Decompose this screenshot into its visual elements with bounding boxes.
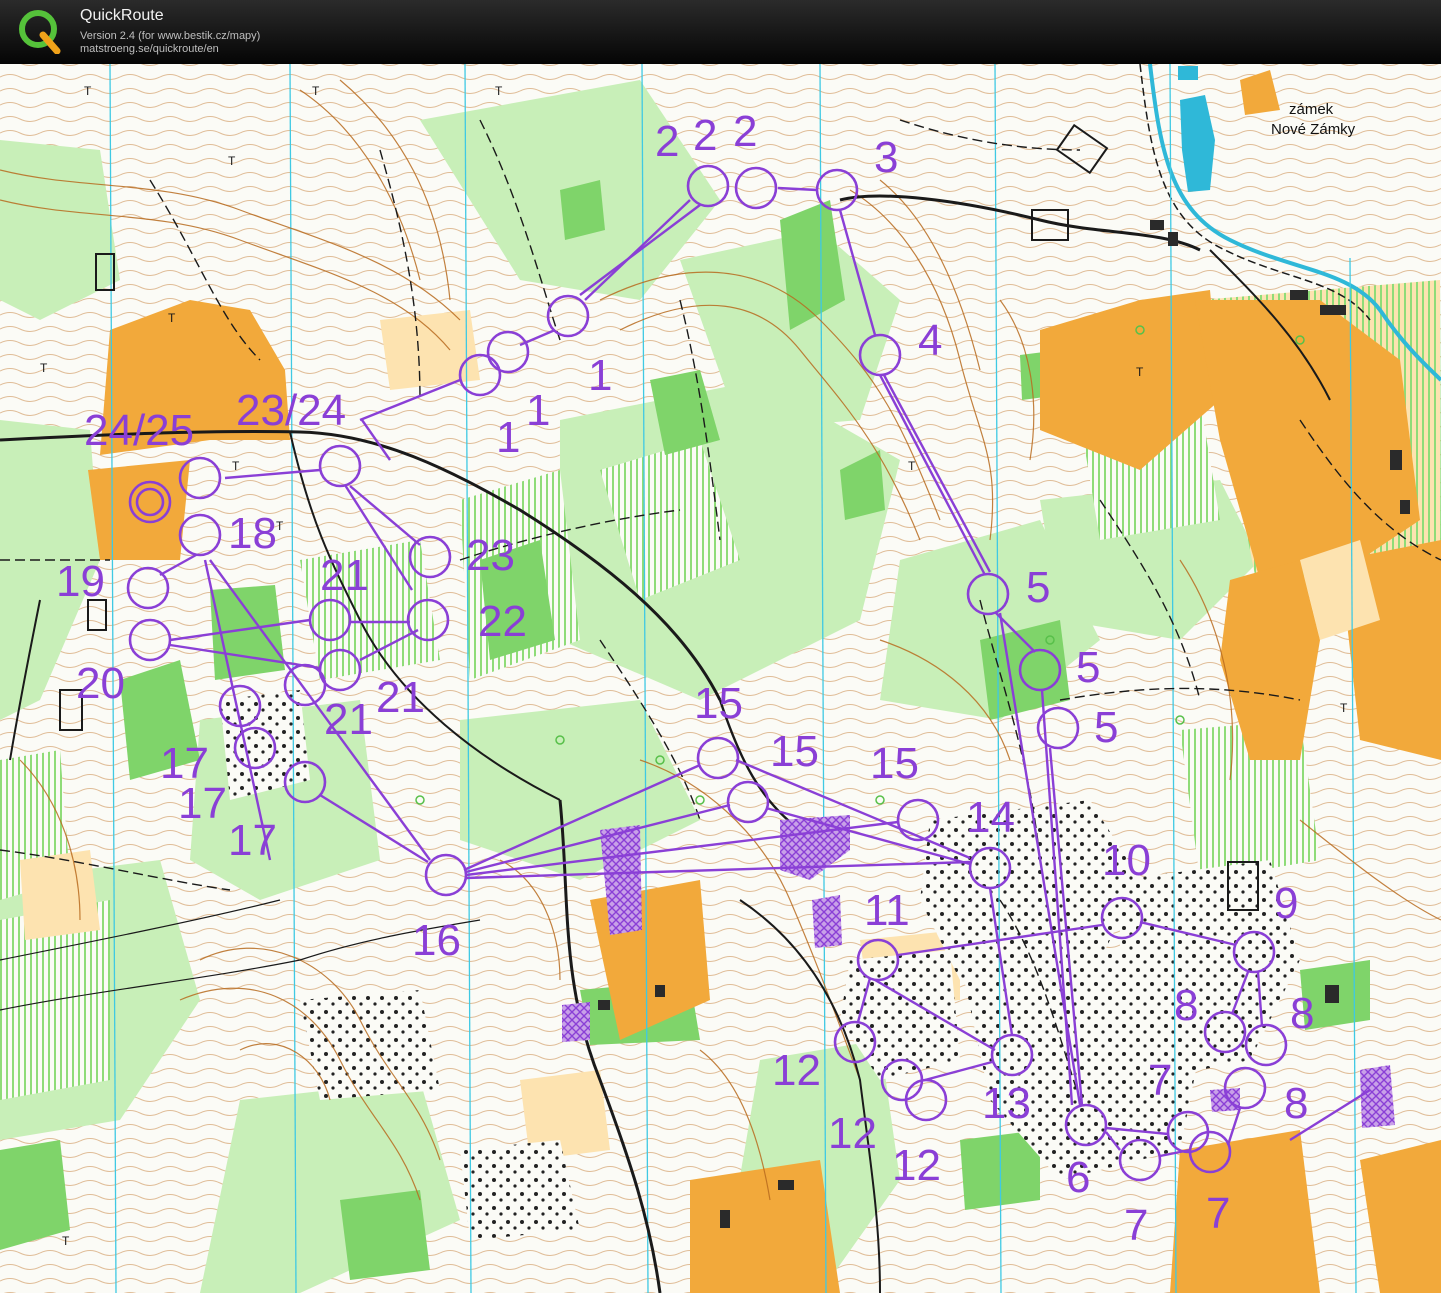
svg-text:T: T — [232, 459, 240, 473]
control-label: 12 — [772, 1046, 821, 1095]
control-label: 24/25 — [84, 406, 194, 455]
control-label: 11 — [864, 886, 910, 935]
control-label: 2 — [693, 111, 717, 160]
control-label: 2 — [733, 107, 757, 156]
app-version: Version 2.4 (for www.bestik.cz/mapy) — [80, 30, 261, 42]
control-label: 15 — [770, 727, 819, 776]
control-label: 13 — [982, 1079, 1031, 1128]
control-label: 12 — [892, 1141, 941, 1190]
control-label: 15 — [870, 739, 919, 788]
place-name-line-1: zámek — [1289, 101, 1334, 118]
svg-text:T: T — [228, 154, 236, 168]
control-label: 10 — [1102, 836, 1151, 885]
control-label: 20 — [76, 659, 125, 708]
control-label: 7 — [1148, 1056, 1172, 1105]
title-bar: QuickRoute Version 2.4 (for www.bestik.c… — [0, 0, 1441, 64]
svg-text:T: T — [276, 519, 284, 533]
svg-text:T: T — [62, 1234, 70, 1248]
quickroute-logo-icon — [19, 10, 61, 54]
control-label: 1 — [526, 386, 550, 435]
control-label: 2 — [655, 117, 679, 166]
control-label: 16 — [412, 916, 461, 965]
control-label: 8 — [1290, 989, 1314, 1038]
svg-text:T: T — [1136, 365, 1144, 379]
svg-text:T: T — [40, 361, 48, 375]
control-label: 17 — [228, 816, 277, 865]
control-label: 12 — [828, 1109, 877, 1158]
control-label: 21 — [324, 695, 373, 744]
control-label: 17 — [178, 779, 227, 828]
svg-text:T: T — [168, 311, 176, 325]
control-label: 6 — [1066, 1153, 1090, 1202]
control-label: 19 — [56, 557, 105, 606]
control-label: 21 — [376, 673, 425, 722]
control-label: 23 — [466, 531, 515, 580]
control-label: 18 — [228, 509, 277, 558]
control-label: 22 — [478, 597, 527, 646]
quickroute-window: QuickRoute Version 2.4 (for www.bestik.c… — [0, 0, 1441, 1293]
orienteering-map[interactable]: T T T T T T T T T T T T zámek Nové Zámky 2 2 2 3… — [0, 64, 1441, 1293]
svg-text:T: T — [1340, 701, 1348, 715]
place-name-line-2: Nové Zámky — [1271, 121, 1356, 138]
control-label: 21 — [320, 551, 369, 600]
control-label: 7 — [1206, 1189, 1230, 1238]
control-label: 1 — [496, 413, 520, 462]
control-label: 5 — [1026, 563, 1050, 612]
control-label: 23/24 — [236, 386, 346, 435]
svg-text:T: T — [84, 84, 92, 98]
svg-text:T: T — [495, 84, 503, 98]
app-url: matstroeng.se/quickroute/en — [80, 43, 219, 55]
control-label: 5 — [1094, 703, 1118, 752]
control-label: 3 — [874, 133, 898, 182]
control-label: 7 — [1124, 1201, 1148, 1250]
control-label: 1 — [588, 351, 612, 400]
svg-text:T: T — [312, 84, 320, 98]
control-label: 8 — [1284, 1079, 1308, 1128]
control-label: 5 — [1076, 643, 1100, 692]
app-title: QuickRoute — [80, 7, 164, 24]
control-label: 8 — [1174, 981, 1198, 1030]
control-label: 15 — [694, 679, 743, 728]
control-label: 4 — [918, 316, 942, 365]
control-label: 14 — [966, 793, 1015, 842]
svg-text:T: T — [908, 459, 916, 473]
control-label: 9 — [1274, 879, 1298, 928]
